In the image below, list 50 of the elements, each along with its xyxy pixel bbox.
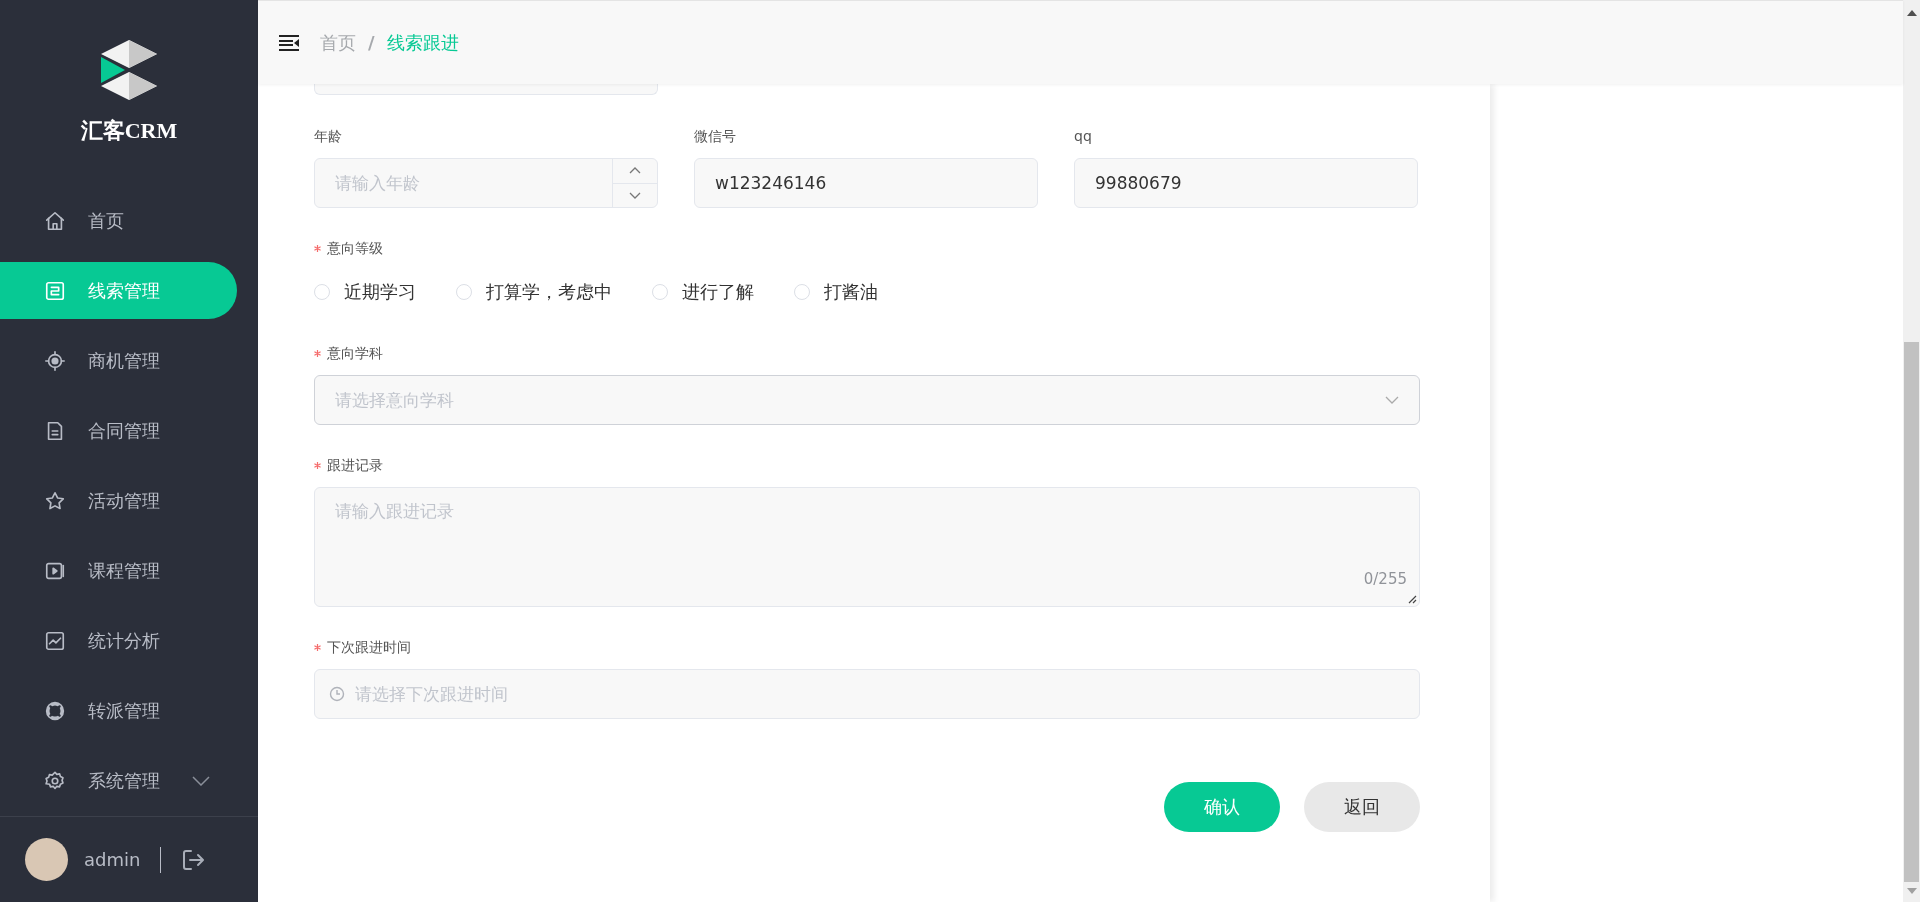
radio-option[interactable]: 进行了解 <box>652 280 754 304</box>
resize-handle-icon[interactable] <box>1408 595 1417 604</box>
character-counter: 0/255 <box>1363 570 1407 588</box>
breadcrumb-separator: / <box>368 32 375 53</box>
avatar <box>25 838 68 881</box>
logout-icon[interactable] <box>181 847 206 872</box>
menu-item[interactable]: 课程管理 <box>0 542 237 599</box>
input-field[interactable]: 99880679 <box>1074 158 1418 208</box>
radio-button[interactable] <box>456 284 472 300</box>
clock-icon <box>329 686 345 702</box>
menu-item[interactable]: 转派管理 <box>0 682 237 739</box>
chevron-down-icon <box>629 191 641 199</box>
input-field[interactable]: w123246146 <box>694 158 1038 208</box>
logo-icon <box>101 40 157 100</box>
field-label: qq <box>1074 127 1093 146</box>
scrollbar-thumb[interactable] <box>1904 342 1919 882</box>
field-label: 意向学科 <box>327 344 383 363</box>
menu-item[interactable]: 合同管理 <box>0 402 237 459</box>
radio-button[interactable] <box>314 284 330 300</box>
scrollbar[interactable] <box>1903 0 1920 902</box>
home-icon <box>44 209 66 232</box>
menu-item[interactable]: 首页 <box>0 192 237 249</box>
menu-item[interactable]: 统计分析 <box>0 612 237 669</box>
radio-option[interactable]: 打算学，考虑中 <box>456 280 612 304</box>
chevron-up-icon <box>629 167 641 175</box>
field-label: 跟进记录 <box>327 456 383 475</box>
brand-name: 汇客CRM <box>80 117 178 145</box>
gear-icon <box>44 769 66 792</box>
chart-icon <box>44 629 66 652</box>
field-label: 微信号 <box>694 127 737 146</box>
scroll-down-icon[interactable] <box>1906 888 1917 894</box>
menu-item[interactable]: 系统管理 <box>0 752 237 809</box>
radio-button[interactable] <box>794 284 810 300</box>
input-field[interactable] <box>314 84 658 95</box>
menu-item[interactable]: 商机管理 <box>0 332 237 389</box>
field-label: 意向等级 <box>327 239 383 258</box>
target-icon <box>44 349 66 372</box>
radio-button[interactable] <box>652 284 668 300</box>
star-icon <box>44 489 66 512</box>
user-name: admin <box>84 849 141 870</box>
radio-option[interactable]: 近期学习 <box>314 280 416 304</box>
radio-option[interactable]: 打酱油 <box>794 280 878 304</box>
menu-item[interactable]: 活动管理 <box>0 472 237 529</box>
field-label: 年龄 <box>314 127 343 146</box>
scroll-up-icon[interactable] <box>1906 10 1917 16</box>
chevron-down-icon <box>1385 396 1399 404</box>
menu-icon[interactable] <box>279 34 299 51</box>
back-button[interactable]: 返回 <box>1304 782 1420 832</box>
lifebuoy-icon <box>44 699 66 722</box>
field-label: 下次跟进时间 <box>327 638 411 657</box>
